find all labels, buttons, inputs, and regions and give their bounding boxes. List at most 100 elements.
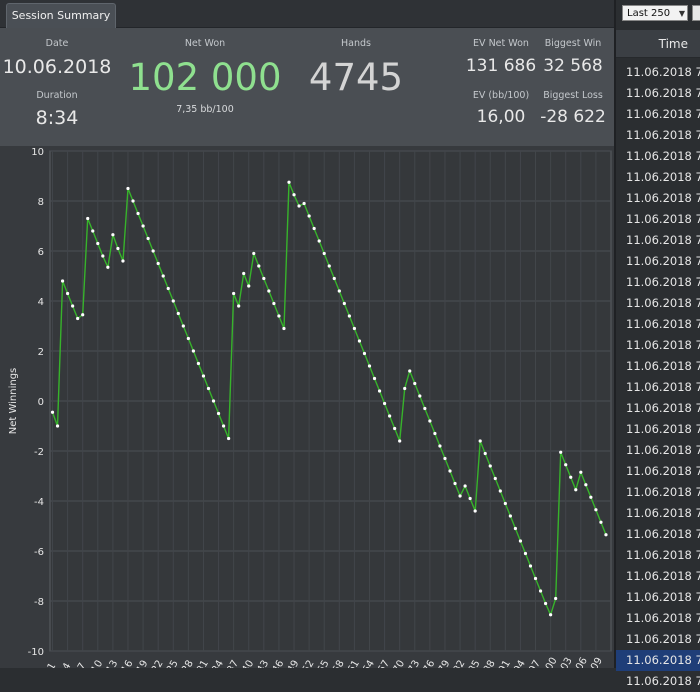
data-point xyxy=(599,520,603,524)
x-tick-label: 58 xyxy=(331,658,347,668)
biggest-loss-value: -28 622 xyxy=(540,107,606,127)
chevron-down-icon: ▼ xyxy=(678,9,685,18)
data-point xyxy=(116,246,120,251)
data-point xyxy=(503,501,507,506)
session-row[interactable]: 11.06.2018 7:2 xyxy=(616,461,700,482)
data-point xyxy=(513,526,518,531)
duration-label: Duration xyxy=(36,90,78,101)
data-point xyxy=(151,249,155,253)
x-tick-label: 73 xyxy=(406,658,422,668)
date-label: Date xyxy=(45,38,69,49)
data-point xyxy=(362,351,367,356)
data-point xyxy=(518,539,523,543)
session-row[interactable]: 11.06.2018 7:3 xyxy=(616,188,700,209)
session-row[interactable]: 11.06.2018 7:2 xyxy=(616,524,700,545)
data-point xyxy=(377,389,382,393)
session-row[interactable]: 11.06.2018 7:2 xyxy=(616,629,700,650)
data-point xyxy=(55,424,60,428)
session-row[interactable]: 11.06.2018 7:3 xyxy=(616,293,700,314)
data-point xyxy=(201,374,206,378)
data-point xyxy=(221,424,226,428)
data-point xyxy=(523,551,528,556)
data-point xyxy=(438,444,442,448)
y-tick-label: 8 xyxy=(38,197,44,208)
data-point xyxy=(312,226,316,231)
x-tick-label: 67 xyxy=(376,658,392,668)
x-tick-label: 40 xyxy=(240,658,256,668)
data-point xyxy=(342,301,346,306)
data-point xyxy=(453,481,457,486)
session-row[interactable]: 11.06.2018 7:3 xyxy=(616,230,700,251)
data-point xyxy=(347,314,351,318)
x-tick-label: 19 xyxy=(135,658,151,668)
x-tick-label: 13 xyxy=(105,658,121,668)
time-column-header[interactable]: Time xyxy=(616,30,700,58)
session-row[interactable]: 11.06.2018 7:3 xyxy=(616,146,700,167)
session-row[interactable]: 11.06.2018 7:2 xyxy=(616,503,700,524)
data-point xyxy=(171,299,175,303)
session-row[interactable]: 11.06.2018 7:3 xyxy=(616,167,700,188)
data-point xyxy=(131,199,135,203)
session-row[interactable]: 11.06.2018 7:3 xyxy=(616,104,700,125)
net-won-bb100: 7,35 bb/100 xyxy=(176,104,234,115)
y-tick-label: 6 xyxy=(38,247,44,258)
data-point xyxy=(196,361,201,366)
session-row[interactable]: 11.06.2018 7:3 xyxy=(616,209,700,230)
session-row[interactable]: 11.06.2018 7:2 xyxy=(616,566,700,587)
session-row[interactable]: 11.06.2018 7:2 xyxy=(616,545,700,566)
data-point xyxy=(478,439,482,443)
session-row[interactable]: 11.06.2018 7:3 xyxy=(616,251,700,272)
data-point xyxy=(579,470,583,474)
data-point xyxy=(272,301,276,306)
session-row[interactable]: 11.06.2018 7:2 xyxy=(616,314,700,335)
data-point xyxy=(146,236,150,241)
data-point xyxy=(126,186,130,191)
data-point xyxy=(252,251,256,256)
data-point xyxy=(393,426,397,431)
filter-select[interactable]: Last 250 ▼ xyxy=(622,5,688,21)
session-row[interactable]: 11.06.2018 7:2 xyxy=(616,587,700,608)
session-row[interactable]: 11.06.2018 7:2 xyxy=(616,398,700,419)
y-tick-label: 0 xyxy=(38,397,44,408)
biggest-win-label: Biggest Win xyxy=(544,38,602,49)
panel-toggle-button[interactable] xyxy=(692,5,700,21)
y-tick-label: 2 xyxy=(38,347,44,358)
x-tick-label: 22 xyxy=(150,658,166,668)
x-tick-label: 1 xyxy=(46,661,59,668)
session-row[interactable]: 11.06.2018 7:3 xyxy=(616,83,700,104)
data-point xyxy=(227,436,231,441)
data-point xyxy=(448,469,452,473)
x-tick-label: 61 xyxy=(346,658,362,668)
data-point xyxy=(86,216,90,221)
ev-bb100-value: 16,00 xyxy=(476,107,526,127)
data-point xyxy=(403,386,407,391)
data-point xyxy=(121,259,125,263)
data-point xyxy=(367,364,372,368)
session-row[interactable]: 11.06.2018 7:3 xyxy=(616,125,700,146)
x-tick-label: 10 xyxy=(89,658,105,668)
session-row[interactable]: 11.06.2018 7:3 xyxy=(616,62,700,83)
session-row[interactable]: 11.06.2018 7:2 xyxy=(616,419,700,440)
data-point xyxy=(408,369,412,373)
data-point xyxy=(111,233,115,237)
session-row[interactable]: 11.06.2018 7:2 xyxy=(616,377,700,398)
session-row[interactable]: 11.06.2018 7:2 xyxy=(616,671,700,692)
data-point xyxy=(574,488,578,492)
session-row[interactable]: 11.06.2018 7:2 xyxy=(616,608,700,629)
x-tick-label: 88 xyxy=(482,658,498,668)
session-row[interactable]: 11.06.2018 7:2 xyxy=(616,335,700,356)
ev-net-won-label: EV Net Won xyxy=(473,38,529,49)
session-row[interactable]: 11.06.2018 7:3 xyxy=(616,272,700,293)
x-tick-label: 64 xyxy=(361,658,377,668)
session-row[interactable]: 11.06.2018 7:2 xyxy=(616,440,700,461)
data-point xyxy=(352,326,356,331)
data-point xyxy=(66,291,70,296)
tab-session-summary[interactable]: Session Summary xyxy=(6,3,116,28)
data-point xyxy=(247,284,251,288)
session-row[interactable]: 11.06.2018 7:2 xyxy=(616,482,700,503)
data-point xyxy=(357,339,362,343)
data-point xyxy=(388,414,392,418)
session-row[interactable]: 11.06.2018 7:2 xyxy=(616,356,700,377)
data-point xyxy=(382,401,387,406)
data-point xyxy=(161,274,165,278)
